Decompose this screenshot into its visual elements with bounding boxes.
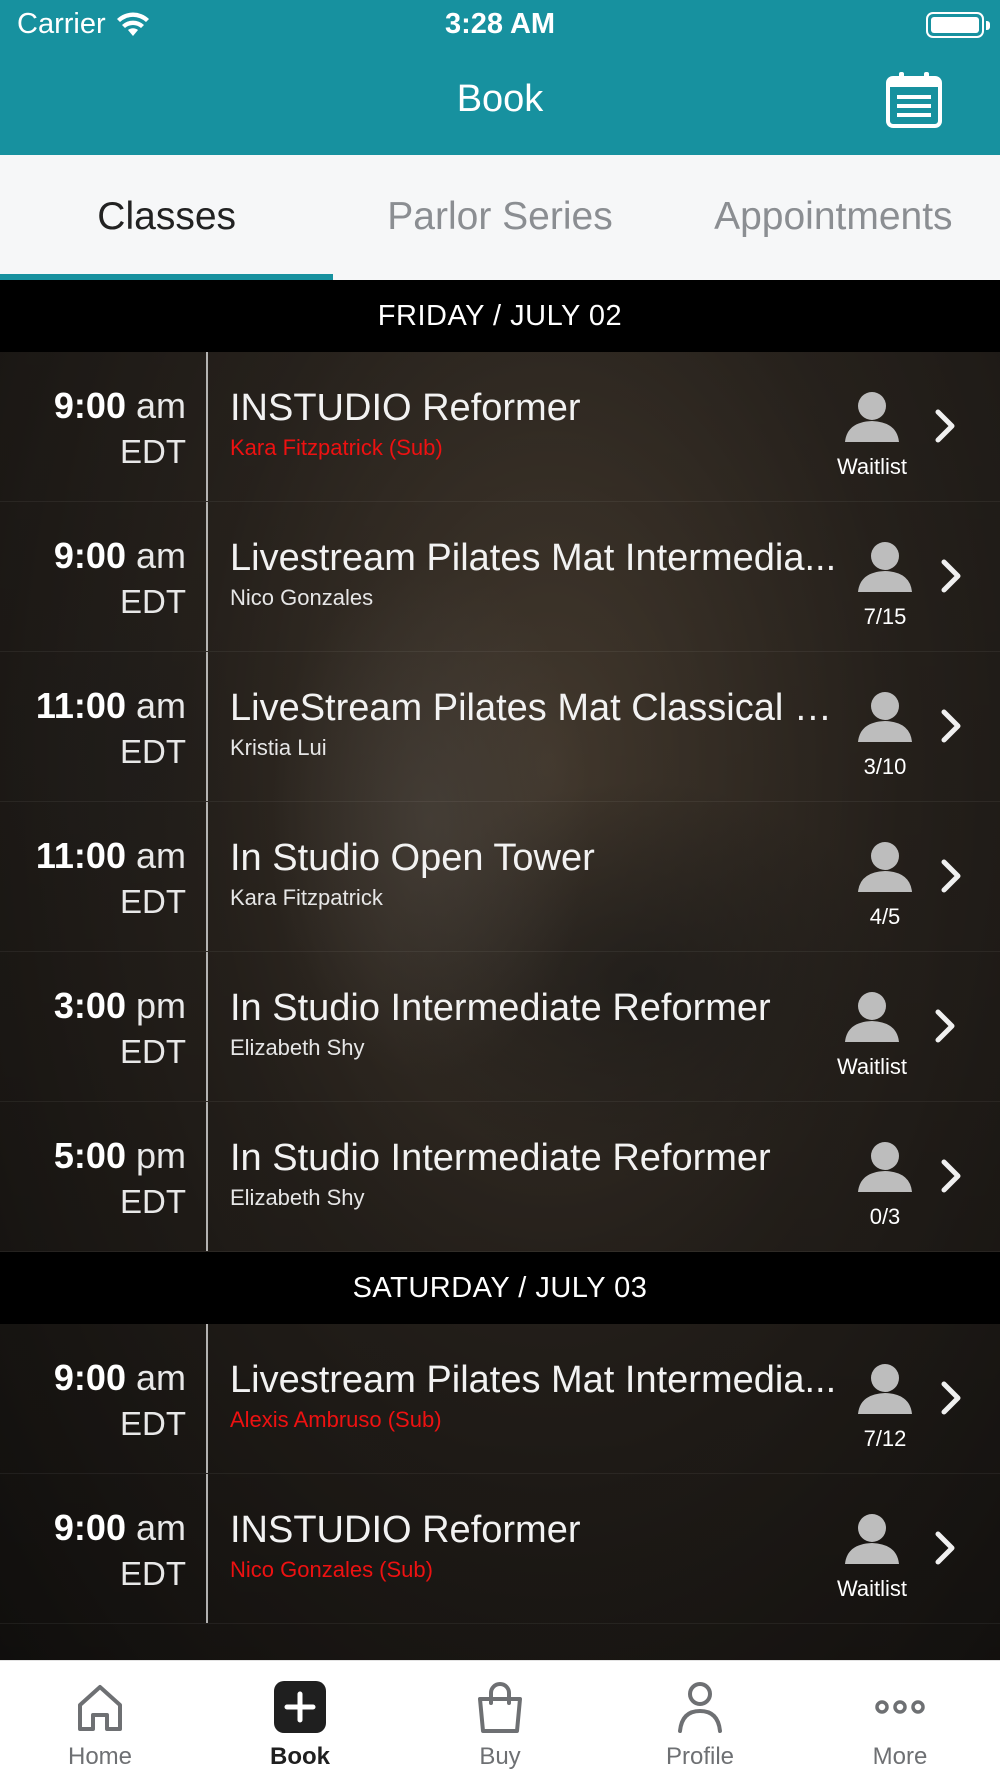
- class-row[interactable]: 3:00 pm EDT In Studio Intermediate Refor…: [0, 952, 1000, 1102]
- tabbar-book[interactable]: Book: [200, 1661, 400, 1778]
- class-time: 9:00 am EDT: [0, 1474, 208, 1623]
- plus-square-icon: [274, 1681, 326, 1733]
- chevron-right-icon: [941, 709, 961, 743]
- tab-classes[interactable]: Classes: [0, 155, 334, 280]
- class-time: 9:00 am EDT: [0, 1324, 208, 1473]
- class-row[interactable]: 9:00 am EDT Livestream Pilates Mat Inter…: [0, 1324, 1000, 1474]
- chevron-right-icon: [935, 1009, 955, 1043]
- person-icon: [858, 692, 912, 742]
- capacity-status: 0/3: [825, 1140, 945, 1230]
- shopping-bag-icon: [478, 1682, 522, 1733]
- class-name: INSTUDIO Reformer: [230, 387, 581, 429]
- page-title: Book: [456, 78, 544, 120]
- chevron-right-icon: [941, 559, 961, 593]
- segment-tabs: Classes Parlor Series Appointments: [0, 155, 1000, 280]
- person-icon: [845, 392, 899, 442]
- day-header: SATURDAY / JULY 03: [0, 1252, 1000, 1324]
- instructor-name: Alexis Ambruso (Sub): [230, 1407, 442, 1432]
- person-icon: [858, 1142, 912, 1192]
- tabbar-more[interactable]: More: [800, 1661, 1000, 1778]
- navigation-bar: Book: [0, 50, 1000, 155]
- class-name: In Studio Open Tower: [230, 837, 595, 879]
- capacity-status: 3/10: [825, 690, 945, 780]
- instructor-name: Elizabeth Shy: [230, 1185, 365, 1210]
- class-time: 5:00 pm EDT: [0, 1102, 208, 1251]
- chevron-right-icon: [935, 1531, 955, 1565]
- capacity-status: Waitlist: [812, 990, 932, 1080]
- class-name: In Studio Intermediate Reformer: [230, 987, 771, 1029]
- class-row[interactable]: 5:00 pm EDT In Studio Intermediate Refor…: [0, 1102, 1000, 1252]
- tabbar-profile[interactable]: Profile: [600, 1661, 800, 1778]
- more-dots-icon: [875, 1700, 925, 1714]
- bottom-tab-bar: Home Book Buy Profile More: [0, 1660, 1000, 1778]
- status-time: 3:28 AM: [444, 8, 556, 40]
- home-icon: [78, 1685, 122, 1731]
- class-name: LiveStream Pilates Mat Classical Fl...: [230, 687, 840, 729]
- class-name: Livestream Pilates Mat Intermedia...: [230, 1359, 837, 1401]
- class-row[interactable]: 11:00 am EDT In Studio Open Tower Kara F…: [0, 802, 1000, 952]
- person-icon: [845, 1514, 899, 1564]
- class-row[interactable]: 9:00 am EDT Livestream Pilates Mat Inter…: [0, 502, 1000, 652]
- class-time: 9:00 am EDT: [0, 502, 208, 651]
- capacity-status: 7/15: [825, 540, 945, 630]
- chevron-right-icon: [941, 1159, 961, 1193]
- instructor-name: Kara Fitzpatrick: [230, 885, 383, 910]
- class-row[interactable]: 11:00 am EDT LiveStream Pilates Mat Clas…: [0, 652, 1000, 802]
- person-icon: [858, 842, 912, 892]
- instructor-name: Nico Gonzales (Sub): [230, 1557, 433, 1582]
- person-icon: [858, 542, 912, 592]
- capacity-status: 7/12: [825, 1362, 945, 1452]
- class-time: 11:00 am EDT: [0, 802, 208, 951]
- person-icon: [845, 992, 899, 1042]
- capacity-status: 4/5: [825, 840, 945, 930]
- capacity-status: Waitlist: [812, 390, 932, 480]
- calendar-icon[interactable]: [884, 70, 944, 130]
- chevron-right-icon: [941, 1381, 961, 1415]
- instructor-name: Kara Fitzpatrick (Sub): [230, 435, 443, 460]
- class-row[interactable]: 9:00 am EDT INSTUDIO Reformer Nico Gonza…: [0, 1474, 1000, 1624]
- capacity-status: Waitlist: [812, 1512, 932, 1602]
- tabbar-buy[interactable]: Buy: [400, 1661, 600, 1778]
- day-header: FRIDAY / JULY 02: [0, 280, 1000, 352]
- class-name: Livestream Pilates Mat Intermedia...: [230, 537, 837, 579]
- class-row[interactable]: 9:00 am EDT INSTUDIO Reformer Kara Fitzp…: [0, 352, 1000, 502]
- tab-appointments[interactable]: Appointments: [667, 155, 1000, 280]
- person-icon: [678, 1682, 722, 1733]
- class-schedule-list[interactable]: FRIDAY / JULY 02 9:00 am EDT INSTUDIO Re…: [0, 280, 1000, 1660]
- class-time: 11:00 am EDT: [0, 652, 208, 801]
- class-name: In Studio Intermediate Reformer: [230, 1137, 771, 1179]
- chevron-right-icon: [935, 409, 955, 443]
- instructor-name: Kristia Lui: [230, 735, 327, 760]
- class-time: 9:00 am EDT: [0, 352, 208, 501]
- instructor-name: Elizabeth Shy: [230, 1035, 365, 1060]
- status-bar: Carrier 3:28 AM: [0, 0, 1000, 50]
- instructor-name: Nico Gonzales: [230, 585, 374, 610]
- chevron-right-icon: [941, 859, 961, 893]
- person-icon: [858, 1364, 912, 1414]
- class-name: INSTUDIO Reformer: [230, 1509, 581, 1551]
- tabbar-home[interactable]: Home: [0, 1661, 200, 1778]
- battery-icon: [926, 12, 990, 38]
- class-time: 3:00 pm EDT: [0, 952, 208, 1101]
- tab-parlor-series[interactable]: Parlor Series: [333, 155, 666, 280]
